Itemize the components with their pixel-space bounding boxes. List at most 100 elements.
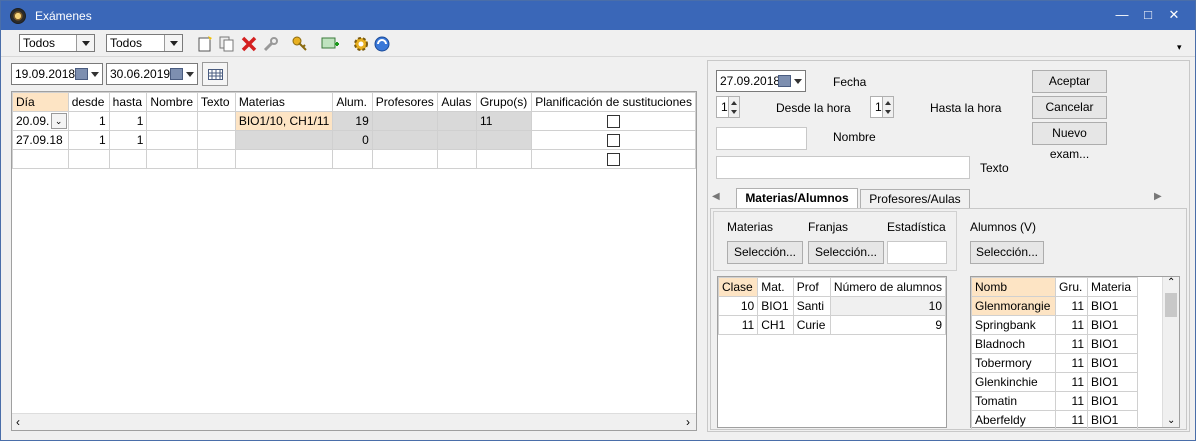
cell-profesores[interactable] — [371, 149, 439, 169]
cell-materias[interactable] — [234, 130, 334, 150]
cell-grupos[interactable]: 11 — [475, 111, 533, 131]
cell-nomb[interactable]: Tomatin — [971, 391, 1056, 411]
cell-prof[interactable]: Curie — [792, 315, 831, 335]
col-header-nombre[interactable]: Nombre — [146, 92, 198, 112]
col-header-materia[interactable]: Materia — [1087, 277, 1138, 297]
cell-planificacion[interactable] — [531, 111, 696, 131]
chevron-down-icon[interactable]: ⌄ — [50, 113, 67, 129]
col-header-hasta[interactable]: hasta — [108, 92, 148, 112]
cell-dia[interactable] — [12, 149, 69, 169]
filter-combo-1[interactable]: Todos — [19, 34, 95, 52]
col-header-texto[interactable]: Texto — [196, 92, 236, 112]
cell-aulas[interactable] — [437, 111, 477, 131]
table-row[interactable]: Tomatin 11 BIO1 — [971, 391, 1138, 411]
maximize-button[interactable]: □ — [1136, 5, 1160, 25]
horizontal-scrollbar[interactable]: ‹ › — [12, 413, 696, 430]
table-row[interactable]: Tobermory 11 BIO1 — [971, 353, 1138, 373]
key-icon[interactable] — [291, 35, 309, 53]
cell-dia[interactable]: 20.09. ⌄ — [12, 111, 69, 131]
cell-materia[interactable]: BIO1 — [1087, 391, 1138, 411]
alumnos-seleccion-button[interactable]: Selección... — [970, 241, 1044, 264]
date-from-picker[interactable]: 19.09.2018 — [11, 63, 103, 85]
vertical-scrollbar[interactable]: ⌃ ⌄ — [1162, 277, 1179, 427]
cell-nomb[interactable]: Bladnoch — [971, 334, 1056, 354]
cell-planificacion[interactable] — [531, 149, 696, 169]
scroll-down-icon[interactable]: ⌄ — [1167, 415, 1175, 426]
cell-desde[interactable]: 1 — [67, 111, 110, 131]
table-row[interactable]: Bladnoch 11 BIO1 — [971, 334, 1138, 354]
tab-profesores-aulas[interactable]: Profesores/Aulas — [860, 189, 970, 209]
chevron-down-icon[interactable] — [164, 35, 182, 51]
cell-nomb[interactable]: Springbank — [971, 315, 1056, 335]
cell-nombre[interactable] — [146, 130, 198, 150]
col-header-dia[interactable]: Día — [12, 92, 69, 112]
help-globe-icon[interactable] — [373, 35, 391, 53]
cell-gru[interactable]: 11 — [1055, 296, 1088, 316]
cell-prof[interactable]: Santi — [792, 296, 831, 316]
table-row[interactable]: 20.09. ⌄ 1 1 BIO1/10, CH1/11 19 11 — [12, 111, 696, 131]
cell-materia[interactable]: BIO1 — [1087, 410, 1138, 430]
cell-nomb[interactable]: Glenmorangie — [971, 296, 1056, 316]
add-screen-icon[interactable] — [321, 35, 339, 53]
cell-desde[interactable]: 1 — [67, 130, 110, 150]
col-header-profesores[interactable]: Profesores — [371, 92, 439, 112]
col-header-mat[interactable]: Mat. — [757, 277, 794, 297]
cell-clase[interactable]: 11 — [717, 315, 759, 335]
stepper-arrows-icon[interactable] — [728, 97, 739, 117]
cell-gru[interactable]: 11 — [1055, 315, 1088, 335]
cell-profesores[interactable] — [371, 111, 439, 131]
cell-materias[interactable]: BIO1/10, CH1/11 — [234, 111, 334, 131]
cell-gru[interactable]: 11 — [1055, 334, 1088, 354]
cell-gru[interactable]: 11 — [1055, 410, 1088, 430]
col-header-nomb[interactable]: Nomb — [971, 277, 1056, 297]
cell-aulas[interactable] — [437, 130, 477, 150]
cell-hasta[interactable] — [108, 149, 148, 169]
cell-mat[interactable]: CH1 — [757, 315, 794, 335]
chevron-down-icon[interactable] — [794, 79, 802, 84]
stepper-arrows-icon[interactable] — [882, 97, 893, 117]
chevron-down-icon[interactable] — [186, 72, 194, 77]
col-header-grupos[interactable]: Grupo(s) — [475, 92, 533, 112]
table-row[interactable]: 11 CH1 Curie 9 — [717, 315, 947, 335]
cell-materias[interactable] — [234, 149, 334, 169]
cell-hasta[interactable]: 1 — [108, 111, 148, 131]
cell-materia[interactable]: BIO1 — [1087, 353, 1138, 373]
filter-combo-2[interactable]: Todos — [106, 34, 183, 52]
cancel-button[interactable]: Cancelar — [1032, 96, 1107, 119]
settings-gear-icon[interactable] — [352, 35, 370, 53]
cell-profesores[interactable] — [371, 130, 439, 150]
copy-icon[interactable] — [218, 35, 236, 53]
texto-input[interactable] — [716, 156, 970, 179]
new-document-icon[interactable] — [196, 35, 214, 53]
substitution-checkbox[interactable] — [607, 134, 621, 148]
table-row[interactable]: 27.09.18 1 1 0 — [12, 130, 696, 150]
cell-gru[interactable]: 11 — [1055, 372, 1088, 392]
col-header-clase[interactable]: Clase — [717, 277, 759, 297]
minimize-button[interactable]: — — [1110, 5, 1134, 25]
cell-materia[interactable]: BIO1 — [1087, 334, 1138, 354]
cell-aulas[interactable] — [437, 149, 477, 169]
close-window-button[interactable]: ✕ — [1162, 5, 1186, 25]
cell-nomb[interactable]: Glenkinchie — [971, 372, 1056, 392]
col-header-prof[interactable]: Prof — [792, 277, 831, 297]
desde-hora-stepper[interactable]: 1 — [716, 96, 740, 118]
tab-materias-alumnos[interactable]: Materias/Alumnos — [736, 188, 858, 210]
col-header-materias[interactable]: Materias — [234, 92, 334, 112]
cell-gru[interactable]: 11 — [1055, 391, 1088, 411]
cell-materia[interactable]: BIO1 — [1087, 372, 1138, 392]
calendar-view-button[interactable] — [202, 62, 228, 86]
chevron-down-icon[interactable] — [76, 35, 94, 51]
tab-scroll-left-icon[interactable]: ◀ — [712, 191, 720, 202]
delete-icon[interactable] — [240, 35, 258, 53]
col-header-aulas[interactable]: Aulas — [437, 92, 477, 112]
cell-nomb[interactable]: Tobermory — [971, 353, 1056, 373]
scroll-right-icon[interactable]: › — [686, 415, 690, 429]
cell-grupos[interactable] — [475, 130, 533, 150]
cell-grupos[interactable] — [475, 149, 533, 169]
cell-mat[interactable]: BIO1 — [757, 296, 794, 316]
accept-button[interactable]: Aceptar — [1032, 70, 1107, 93]
franjas-seleccion-button[interactable]: Selección... — [808, 241, 884, 264]
cell-dia[interactable]: 27.09.18 — [12, 130, 69, 150]
date-to-picker[interactable]: 30.06.2019 — [106, 63, 198, 85]
cell-texto[interactable] — [196, 111, 236, 131]
